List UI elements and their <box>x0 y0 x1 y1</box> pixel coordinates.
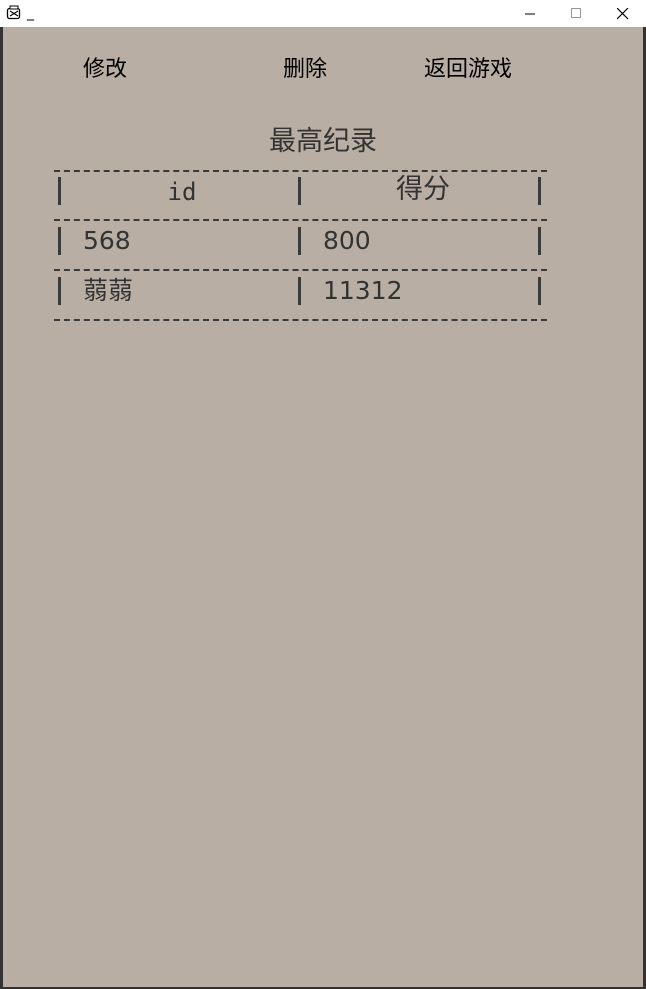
table-divider <box>54 269 547 271</box>
column-header-id: id <box>167 178 197 206</box>
close-button[interactable] <box>600 0 646 27</box>
app-icon <box>6 5 21 20</box>
window-title: _ <box>27 5 34 21</box>
column-separator <box>58 227 61 255</box>
column-separator <box>538 227 541 255</box>
minimize-icon <box>525 13 535 15</box>
column-separator <box>58 277 61 305</box>
row-score: 11312 <box>323 276 403 305</box>
column-separator <box>538 277 541 305</box>
column-separator <box>298 277 301 305</box>
table-divider <box>54 170 547 172</box>
maximize-icon <box>571 8 581 18</box>
maximize-button[interactable] <box>554 0 600 27</box>
close-icon <box>617 8 629 20</box>
column-separator <box>58 177 61 205</box>
title-bar[interactable]: _ <box>0 0 646 28</box>
back-to-game-button[interactable]: 返回游戏 <box>424 57 512 83</box>
content-area: 修改 删除 返回游戏 最高纪录 id 得分 568 800 蒻蒻 11312 <box>3 27 643 987</box>
column-separator <box>298 227 301 255</box>
table-divider <box>54 319 547 321</box>
row-id: 蒻蒻 <box>83 276 134 305</box>
leaderboard-title: 最高纪录 <box>269 126 377 157</box>
column-header-score: 得分 <box>396 174 450 205</box>
edit-button[interactable]: 修改 <box>83 57 127 83</box>
row-score: 800 <box>323 226 371 255</box>
delete-button[interactable]: 删除 <box>283 57 327 83</box>
row-id: 568 <box>83 226 131 255</box>
minimize-button[interactable] <box>508 0 554 27</box>
table-divider <box>54 219 547 221</box>
app-window: _ 修改 删除 返回游戏 最高纪录 id 得分 568 800 蒻蒻 11312 <box>0 0 646 989</box>
